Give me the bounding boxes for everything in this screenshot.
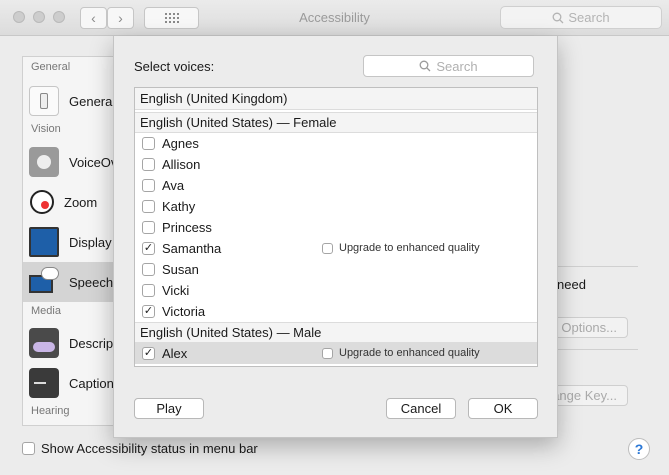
toolbar-search-placeholder: Search <box>568 10 610 25</box>
voice-name: Victoria <box>162 304 206 319</box>
section-header-general: General <box>31 61 71 73</box>
voice-name: Alex <box>162 346 188 361</box>
sidebar-item-label: Speech <box>69 274 114 290</box>
voice-row-ava[interactable]: Ava <box>135 175 537 196</box>
switch-icon <box>29 86 59 116</box>
voice-row-alex[interactable]: ✓ Alex Upgrade to enhanced quality <box>135 343 537 364</box>
voice-name: Ava <box>162 178 185 193</box>
sheet-title: Select voices: <box>134 59 215 74</box>
play-button-label: Play <box>156 401 182 416</box>
voice-checkbox[interactable]: ✓ <box>142 347 155 360</box>
voice-checkbox[interactable] <box>142 284 155 297</box>
divider <box>555 349 638 350</box>
upgrade-option[interactable]: Upgrade to enhanced quality <box>322 347 480 359</box>
voice-name: Princess <box>162 220 212 235</box>
display-icon <box>29 227 59 257</box>
title-bar: ‹ › Accessibility Search <box>0 0 669 36</box>
section-header-vision: Vision <box>31 123 61 135</box>
voice-checkbox[interactable] <box>142 263 155 276</box>
voice-row-victoria[interactable]: ✓ Victoria <box>135 301 537 322</box>
speech-need-text: need <box>557 277 586 292</box>
sidebar-item-zoom[interactable]: Zoom <box>23 182 115 222</box>
voice-checkbox[interactable]: ✓ <box>142 242 155 255</box>
voiceover-icon <box>29 147 59 177</box>
voice-name: Kathy <box>162 199 196 214</box>
voice-row-kathy[interactable]: Kathy <box>135 196 537 217</box>
play-button[interactable]: Play <box>134 398 204 419</box>
sidebar-item-label: Zoom <box>64 194 98 210</box>
voice-row-susan[interactable]: Susan <box>135 259 537 280</box>
toolbar-search-field[interactable]: Search <box>500 6 662 29</box>
voice-row-samantha[interactable]: ✓ Samantha Upgrade to enhanced quality <box>135 238 537 259</box>
speech-icon <box>29 267 59 297</box>
help-button[interactable]: ? <box>628 438 650 460</box>
upgrade-checkbox[interactable] <box>322 242 333 254</box>
voice-name: Samantha <box>162 241 222 256</box>
sidebar-item-label: General <box>69 93 116 109</box>
voice-checkbox[interactable] <box>142 200 155 213</box>
voice-name: Agnes <box>162 136 199 151</box>
show-status-checkbox-row[interactable]: Show Accessibility status in menu bar <box>22 441 258 456</box>
upgrade-label: Upgrade to enhanced quality <box>339 347 480 359</box>
upgrade-checkbox[interactable] <box>322 347 333 359</box>
category-sidebar: General General Vision VoiceOver Zoom Di… <box>22 56 116 426</box>
voice-row-princess[interactable]: Princess <box>135 217 537 238</box>
zoom-icon <box>30 190 54 214</box>
upgrade-label: Upgrade to enhanced quality <box>339 242 480 254</box>
sidebar-item-display[interactable]: Display <box>23 222 115 262</box>
sidebar-item-label: Captions <box>69 375 116 391</box>
voice-name: Allison <box>162 157 201 172</box>
voice-row-vicki[interactable]: Vicki <box>135 280 537 301</box>
voice-search-placeholder: Search <box>436 58 478 74</box>
ok-button-label: OK <box>493 401 513 416</box>
group-header-us-female[interactable]: English (United States) — Female <box>135 112 537 133</box>
search-icon <box>419 60 431 72</box>
show-status-label: Show Accessibility status in menu bar <box>41 441 258 456</box>
voice-row-allison[interactable]: Allison <box>135 154 537 175</box>
voice-list[interactable]: English (United Kingdom) English (United… <box>134 87 538 367</box>
descriptions-icon <box>29 328 59 358</box>
voice-checkbox[interactable] <box>142 137 155 150</box>
cancel-button-label: Cancel <box>400 401 442 416</box>
divider <box>555 266 638 267</box>
voice-checkbox[interactable]: ✓ <box>142 305 155 318</box>
ok-button[interactable]: OK <box>468 398 538 419</box>
sidebar-item-general[interactable]: General <box>23 81 116 121</box>
select-voices-sheet: Select voices: Search English (United Ki… <box>113 36 558 438</box>
sidebar-item-label: VoiceOver <box>69 154 115 170</box>
search-icon <box>552 12 564 23</box>
sidebar-item-captions[interactable]: Captions <box>23 363 116 403</box>
sidebar-item-speech[interactable]: Speech <box>23 262 115 302</box>
help-icon: ? <box>634 441 644 457</box>
cancel-button[interactable]: Cancel <box>386 398 456 419</box>
upgrade-option[interactable]: Upgrade to enhanced quality <box>322 242 480 254</box>
sidebar-item-label: Descriptions <box>69 335 115 351</box>
group-header-us-male[interactable]: English (United States) — Male <box>135 322 537 343</box>
sidebar-item-descriptions[interactable]: Descriptions <box>23 323 115 363</box>
sidebar-item-voiceover[interactable]: VoiceOver <box>23 142 115 182</box>
voice-row-agnes[interactable]: Agnes <box>135 133 537 154</box>
options-button-label: Options... <box>561 320 617 335</box>
voice-checkbox[interactable] <box>142 158 155 171</box>
captions-icon <box>29 368 59 398</box>
sidebar-item-label: Display <box>69 234 112 250</box>
show-status-checkbox[interactable] <box>22 442 35 455</box>
voice-checkbox[interactable] <box>142 179 155 192</box>
group-header-uk[interactable]: English (United Kingdom) <box>135 88 537 110</box>
section-header-media: Media <box>31 305 61 317</box>
voice-name: Vicki <box>162 283 190 298</box>
voice-checkbox[interactable] <box>142 221 155 234</box>
voice-search-input[interactable]: Search <box>363 55 534 77</box>
section-header-hearing: Hearing <box>31 405 70 417</box>
voice-name: Susan <box>162 262 199 277</box>
